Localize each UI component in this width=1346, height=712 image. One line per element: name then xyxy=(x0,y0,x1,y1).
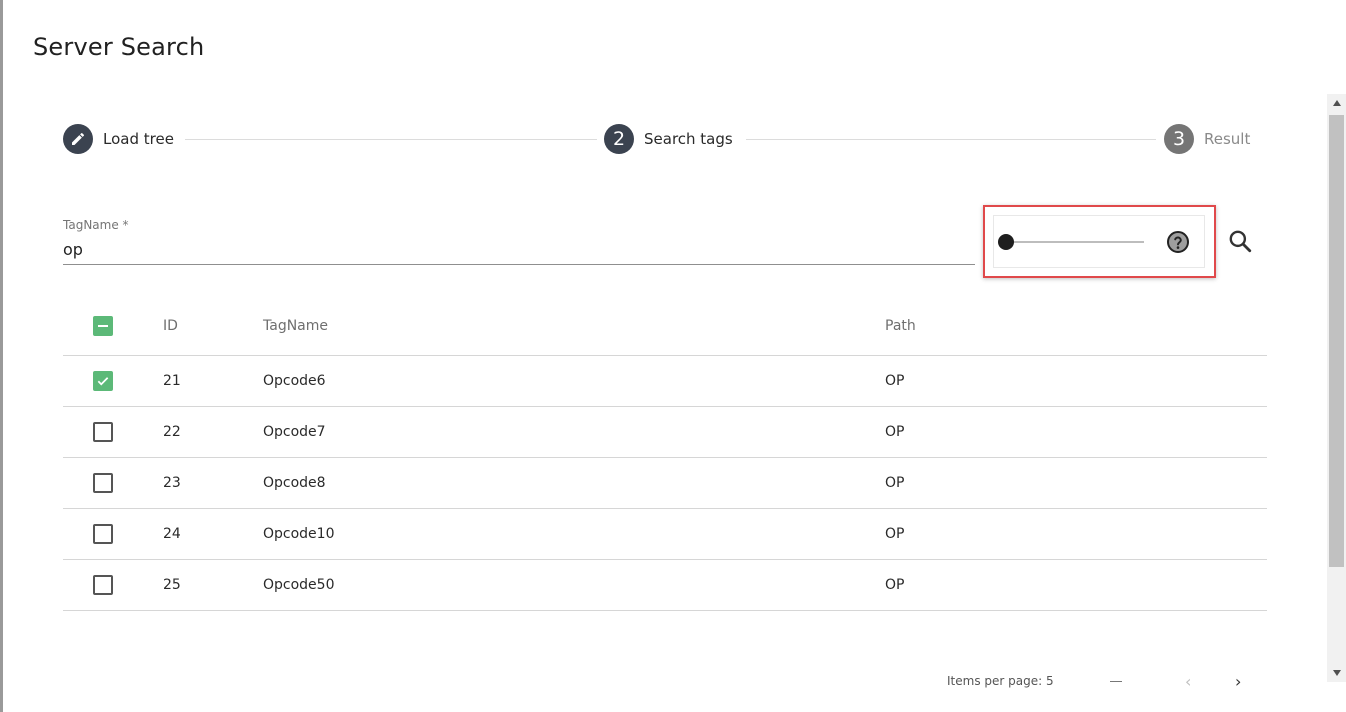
cell-path: OP xyxy=(885,475,905,491)
highlighted-slider-box xyxy=(983,205,1216,278)
row-checkbox[interactable] xyxy=(93,575,113,595)
row-checkbox[interactable] xyxy=(93,422,113,442)
cell-path: OP xyxy=(885,577,905,593)
step-1-label: Load tree xyxy=(103,130,174,148)
items-per-page-label: Items per page: 5 xyxy=(947,674,1054,688)
cell-id: 23 xyxy=(163,475,181,491)
table-row[interactable]: 23 Opcode8 OP xyxy=(63,458,1267,509)
table-row[interactable]: 24 Opcode10 OP xyxy=(63,509,1267,560)
stepper: Load tree 2 Search tags 3 Result xyxy=(63,123,1253,155)
table-row[interactable]: 25 Opcode50 OP xyxy=(63,560,1267,611)
cell-tagname: Opcode6 xyxy=(263,373,326,389)
cell-path: OP xyxy=(885,424,905,440)
chevron-right-icon[interactable]: › xyxy=(1235,672,1241,691)
row-checkbox[interactable] xyxy=(93,473,113,493)
cell-id: 21 xyxy=(163,373,181,389)
slider-thumb[interactable] xyxy=(998,234,1014,250)
chevron-left-icon[interactable]: ‹ xyxy=(1185,672,1191,691)
scroll-up-arrow-icon[interactable] xyxy=(1327,94,1346,112)
header-tagname[interactable]: TagName xyxy=(263,296,328,355)
tagname-field[interactable]: TagName * op xyxy=(63,218,975,266)
server-search-dialog: Server Search Load tree 2 Search tags 3 … xyxy=(3,0,1346,712)
select-all-checkbox[interactable] xyxy=(93,315,113,336)
slider-container xyxy=(993,215,1205,268)
step-connector xyxy=(185,139,597,140)
step-2-label: Search tags xyxy=(644,130,733,148)
cell-path: OP xyxy=(885,373,905,389)
tagname-field-label: TagName * xyxy=(63,218,129,232)
table-row[interactable]: 22 Opcode7 OP xyxy=(63,407,1267,458)
step-load-tree[interactable]: Load tree xyxy=(63,123,174,155)
cell-tagname: Opcode7 xyxy=(263,424,326,440)
page-size-select[interactable] xyxy=(1110,681,1122,682)
tags-table: ID TagName Path 21 Opcode6 OP 22 Opcode7… xyxy=(63,296,1267,611)
pencil-icon xyxy=(72,132,85,145)
tagname-input[interactable]: op xyxy=(63,240,83,259)
field-underline xyxy=(63,264,975,265)
step-3-circle: 3 xyxy=(1164,124,1194,154)
check-icon xyxy=(97,377,109,386)
row-checkbox[interactable] xyxy=(93,371,113,391)
step-connector xyxy=(746,139,1156,140)
cell-id: 22 xyxy=(163,424,181,440)
scrollbar-thumb[interactable] xyxy=(1329,115,1344,567)
cell-tagname: Opcode8 xyxy=(263,475,326,491)
dialog-title: Server Search xyxy=(33,33,205,61)
row-checkbox[interactable] xyxy=(93,524,113,544)
table-row[interactable]: 21 Opcode6 OP xyxy=(63,356,1267,407)
scrollbar[interactable] xyxy=(1327,94,1346,682)
step-result[interactable]: 3 Result xyxy=(1164,123,1250,155)
header-id[interactable]: ID xyxy=(163,296,178,355)
question-circle-icon[interactable] xyxy=(1166,230,1190,254)
cell-tagname: Opcode10 xyxy=(263,526,335,542)
cell-id: 25 xyxy=(163,577,181,593)
step-2-circle: 2 xyxy=(604,124,634,154)
cell-tagname: Opcode50 xyxy=(263,577,335,593)
header-path[interactable]: Path xyxy=(885,296,916,355)
step-1-circle xyxy=(63,124,93,154)
step-search-tags[interactable]: 2 Search tags xyxy=(604,123,733,155)
slider-track[interactable] xyxy=(998,234,1144,250)
search-icon[interactable] xyxy=(1227,228,1253,254)
table-header: ID TagName Path xyxy=(63,296,1267,356)
cell-id: 24 xyxy=(163,526,181,542)
scroll-down-arrow-icon[interactable] xyxy=(1327,664,1346,682)
cell-path: OP xyxy=(885,526,905,542)
step-3-label: Result xyxy=(1204,130,1251,148)
